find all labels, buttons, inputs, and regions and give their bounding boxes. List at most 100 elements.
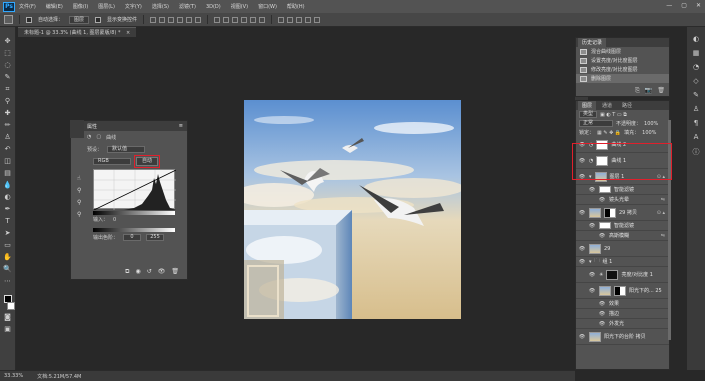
color-panel-icon[interactable]: ◐	[693, 35, 699, 43]
history-item[interactable]: 修改亮度/对比度图层	[576, 65, 669, 74]
group-arrow-icon[interactable]: ▾	[589, 259, 592, 265]
character-panel-icon[interactable]: A	[694, 133, 699, 141]
menu-type[interactable]: 文字(Y)	[125, 3, 142, 10]
layer-mask-thumbnail[interactable]	[604, 207, 616, 218]
menu-edit[interactable]: 编辑(E)	[46, 3, 63, 10]
align-left-icon[interactable]	[177, 16, 184, 23]
delete-icon[interactable]: 🗑	[171, 268, 179, 277]
panel-menu-icon[interactable]: ≡	[179, 123, 183, 129]
eye-icon[interactable]: 👁	[578, 259, 586, 265]
layer-row[interactable]: 👁 29 拷贝 ⊙ ▴	[576, 205, 669, 221]
lasso-tool-icon[interactable]: ◌	[3, 61, 13, 70]
more-tools-icon[interactable]: ⋯	[3, 277, 13, 286]
paragraph-panel-icon[interactable]: ¶	[694, 119, 698, 127]
close-tab-icon[interactable]: ×	[126, 30, 130, 36]
white-eyedropper-icon[interactable]: ⚲	[77, 211, 81, 218]
zoom-level[interactable]: 33.33%	[4, 373, 23, 379]
move-tool-icon[interactable]	[4, 15, 13, 24]
maximize-button[interactable]: ▢	[681, 2, 687, 9]
dodge-tool-icon[interactable]: ◐	[3, 193, 13, 202]
3d-roll-icon[interactable]	[287, 16, 294, 23]
clone-stamp-tool-icon[interactable]: ♙	[3, 133, 13, 142]
channel-dropdown[interactable]: RGB	[93, 157, 131, 165]
layer-row[interactable]: 👁 智能滤镜	[576, 185, 669, 195]
menu-window[interactable]: 窗口(W)	[258, 3, 277, 10]
eyedropper-tool-icon[interactable]: ⚲	[3, 97, 13, 106]
distribute-top-icon[interactable]	[214, 16, 221, 23]
eye-icon[interactable]: 👁	[598, 301, 606, 307]
eye-icon[interactable]: 👁	[588, 288, 596, 294]
distribute-middle-icon[interactable]	[223, 16, 230, 23]
properties-collapse-strip[interactable]	[70, 120, 84, 138]
minimize-button[interactable]: —	[666, 2, 672, 9]
black-eyedropper-icon[interactable]: ⚲	[77, 187, 81, 194]
lock-icons[interactable]: ▦ ✎ ✥ 🔒	[597, 130, 621, 136]
eye-icon[interactable]: 👁	[578, 334, 586, 340]
screen-mode-icon[interactable]: ▣	[3, 325, 13, 334]
quick-select-tool-icon[interactable]: ✎	[3, 73, 13, 82]
history-item-selected[interactable]: 删除图层	[576, 74, 669, 83]
pen-tool-icon[interactable]: ✒	[3, 205, 13, 214]
menu-view[interactable]: 视图(V)	[231, 3, 248, 10]
mask-icon[interactable]: ▢	[96, 134, 101, 140]
layer-row[interactable]: 👁 高斯模糊 ⇋	[576, 231, 669, 241]
opacity-value[interactable]: 100%	[644, 121, 658, 127]
blur-tool-icon[interactable]: 💧	[3, 181, 13, 190]
quick-mask-icon[interactable]: ◙	[3, 313, 13, 322]
align-middle-icon[interactable]	[159, 16, 166, 23]
layer-row[interactable]: 👁 阳光下的... 25	[576, 283, 669, 299]
eye-icon[interactable]: 👁	[598, 311, 606, 317]
preset-dropdown[interactable]: 默认值	[107, 145, 146, 153]
distribute-left-icon[interactable]	[241, 16, 248, 23]
menu-3d[interactable]: 3D(D)	[206, 4, 221, 10]
on-image-adjust-icon[interactable]: ☝	[77, 175, 81, 182]
auto-select-checkbox[interactable]	[26, 16, 32, 23]
layer-effect-row[interactable]: 👁 描边	[576, 309, 669, 319]
new-document-from-state-icon[interactable]: ⎘	[635, 87, 640, 95]
reset-icon[interactable]: ↺	[147, 268, 152, 277]
background-color-swatch[interactable]	[6, 302, 15, 310]
distribute-right-icon[interactable]	[259, 16, 266, 23]
tab-layers[interactable]: 图层	[578, 101, 597, 110]
align-top-icon[interactable]	[150, 16, 157, 23]
show-transform-checkbox[interactable]	[95, 16, 102, 23]
eye-icon[interactable]: 👁	[578, 246, 586, 252]
fill-value[interactable]: 100%	[642, 130, 656, 136]
filter-options-icon[interactable]: ⇋	[661, 233, 665, 239]
healing-brush-tool-icon[interactable]: ✚	[3, 109, 13, 118]
layer-mask-thumbnail[interactable]	[606, 269, 619, 280]
align-bottom-icon[interactable]	[168, 16, 175, 23]
gray-eyedropper-icon[interactable]: ⚲	[77, 199, 81, 206]
styles-panel-icon[interactable]: ◇	[693, 77, 698, 85]
filter-options-icon[interactable]: ⇋	[661, 197, 665, 203]
eye-icon[interactable]: 👁	[598, 321, 606, 327]
distribute-bottom-icon[interactable]	[232, 16, 239, 23]
tab-paths[interactable]: 路径	[618, 101, 636, 110]
3d-scale-icon[interactable]	[314, 16, 321, 23]
eye-icon[interactable]: 👁	[588, 187, 596, 193]
gradient-tool-icon[interactable]: ▤	[3, 169, 13, 178]
type-tool-icon[interactable]: T	[3, 217, 13, 226]
3d-pan-icon[interactable]	[296, 16, 303, 23]
layer-row[interactable]: 👁 29	[576, 241, 669, 257]
marquee-tool-icon[interactable]: ⬚	[3, 49, 13, 58]
path-select-tool-icon[interactable]: ➤	[3, 229, 13, 238]
align-center-icon[interactable]	[186, 16, 193, 23]
document-canvas-image[interactable]	[244, 100, 461, 319]
eye-icon[interactable]: 👁	[598, 233, 606, 239]
document-tab[interactable]: 未标题-1 @ 33.3% (曲线 1, 图层蒙版/8) * ×	[18, 27, 137, 37]
snapshot-icon[interactable]: 📷	[645, 87, 652, 95]
history-brush-tool-icon[interactable]: ↶	[3, 145, 13, 154]
close-button[interactable]: ✕	[696, 2, 701, 9]
tab-history[interactable]: 历史记录	[578, 38, 607, 47]
menu-file[interactable]: 文件(F)	[19, 3, 36, 10]
layer-row[interactable]: 👁 智能滤镜	[576, 221, 669, 231]
layer-filter-dropdown[interactable]: 类型	[579, 111, 598, 118]
layer-row[interactable]: 👁 镜头光晕 ⇋	[576, 195, 669, 205]
history-item[interactable]: 设置亮度/对比度图层	[576, 56, 669, 65]
delete-state-icon[interactable]: 🗑	[657, 87, 665, 95]
brush-tool-icon[interactable]: ✏	[3, 121, 13, 130]
clone-source-icon[interactable]: ♙	[693, 105, 699, 113]
swatches-panel-icon[interactable]: ▦	[693, 49, 700, 57]
history-item[interactable]: 混合曲线图层	[576, 47, 669, 56]
